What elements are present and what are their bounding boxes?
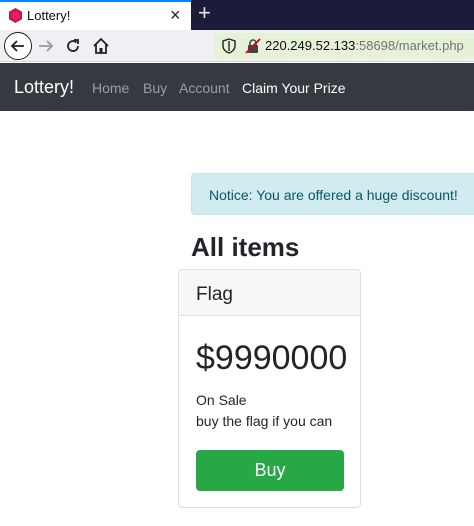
- home-icon[interactable]: [91, 36, 111, 56]
- buy-button[interactable]: Buy: [196, 450, 344, 491]
- forward-arrow-icon[interactable]: [36, 36, 56, 56]
- notice-alert: Notice: You are offered a huge discount!: [191, 173, 474, 215]
- back-button[interactable]: [4, 32, 32, 60]
- insecure-lock-icon[interactable]: [245, 38, 261, 54]
- browser-tab-strip: Lottery! × +: [0, 0, 474, 30]
- reload-icon[interactable]: [63, 36, 83, 56]
- back-arrow-icon: [10, 40, 24, 52]
- notice-text: Notice: You are offered a huge discount!: [209, 187, 458, 203]
- navbar-brand[interactable]: Lottery!: [14, 77, 74, 98]
- item-status: On Sale: [196, 392, 247, 408]
- item-card: Flag $9990000 On Sale buy the flag if yo…: [178, 269, 361, 508]
- url-path: :58698/market.php: [355, 38, 464, 53]
- page-title: All items: [191, 232, 300, 262]
- new-tab-icon[interactable]: +: [198, 1, 211, 25]
- url-bar[interactable]: 220.249.52.133:58698/market.php: [214, 33, 474, 59]
- nav-link-account[interactable]: Account: [179, 80, 230, 96]
- url-host: 220.249.52.133: [265, 38, 356, 53]
- nav-link-home[interactable]: Home: [92, 80, 129, 96]
- browser-tab[interactable]: Lottery! ×: [0, 0, 191, 30]
- tab-title: Lottery!: [27, 8, 71, 23]
- url-text[interactable]: 220.249.52.133:58698/market.php: [265, 38, 464, 53]
- nav-link-buy[interactable]: Buy: [143, 80, 167, 96]
- tracking-shield-icon[interactable]: [221, 38, 237, 54]
- card-header: Flag: [179, 270, 360, 316]
- tab-close-icon[interactable]: ×: [170, 5, 181, 25]
- nav-link-claim-prize[interactable]: Claim Your Prize: [242, 80, 346, 96]
- item-price: $9990000: [196, 339, 348, 377]
- browser-toolbar: 220.249.52.133:58698/market.php: [0, 30, 474, 62]
- site-navbar: Lottery! Home Buy Account Claim Your Pri…: [0, 63, 474, 111]
- site-favicon-icon: [9, 8, 22, 23]
- item-description: buy the flag if you can: [196, 413, 333, 429]
- card-title: Flag: [196, 284, 233, 305]
